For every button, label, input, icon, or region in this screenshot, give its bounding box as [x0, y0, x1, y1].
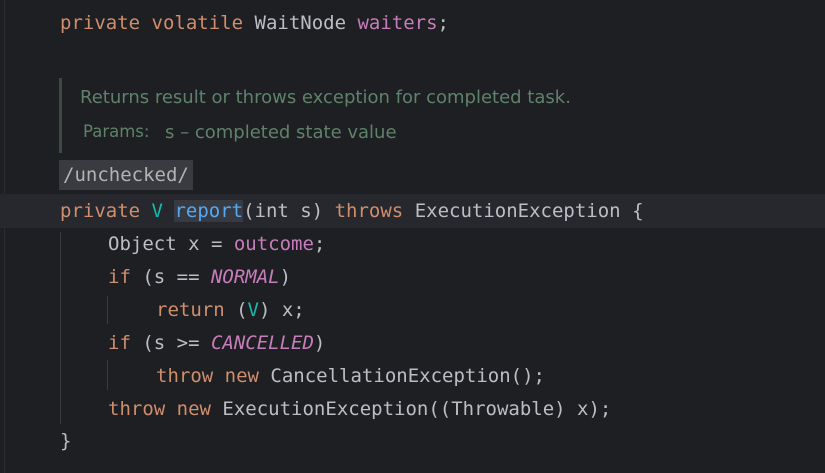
keyword: new [224, 365, 259, 387]
doc-params-value: s – completed state value [165, 122, 397, 143]
code-editor[interactable]: private volatile WaitNode waiters; Retur… [0, 0, 825, 473]
method-params: (int s) [243, 200, 324, 222]
annotation-unchecked[interactable]: /unchecked/ [59, 160, 193, 190]
code-line-return[interactable]: return (V) x; [156, 299, 305, 321]
indent-guide [60, 232, 61, 424]
punctuation: ) [279, 266, 292, 288]
code-line-method-signature[interactable]: private V report(int s) throws Execution… [60, 200, 644, 222]
keyword: private [60, 12, 141, 34]
punctuation: { [632, 200, 644, 222]
type-parameter: V [151, 200, 163, 222]
exception-type: ExecutionException [414, 200, 621, 222]
field-name: waiters [357, 12, 438, 34]
code-text: (s >= [130, 332, 211, 354]
doc-params-label: Params: [83, 122, 150, 141]
indent-guide [107, 296, 108, 324]
keyword: if [108, 332, 131, 354]
code-text: Object x = [108, 233, 234, 255]
code-text: (s == [130, 266, 211, 288]
punctuation: } [60, 430, 72, 452]
code-text: ) x; [258, 299, 305, 321]
type-name: WaitNode [254, 12, 347, 34]
code-text: ( [224, 299, 248, 321]
constant-name: NORMAL [210, 266, 280, 288]
code-line-if-normal[interactable]: if (s == NORMAL) [108, 266, 291, 288]
punctuation: ) [313, 332, 326, 354]
keyword: new [176, 398, 211, 420]
punctuation: ; [437, 12, 449, 34]
code-line-field-declaration[interactable]: private volatile WaitNode waiters; [60, 12, 449, 34]
keyword: if [108, 266, 131, 288]
code-text: ExecutionException((Throwable) x); [210, 398, 612, 420]
constant-name: CANCELLED [210, 332, 314, 354]
keyword: private [60, 200, 141, 222]
method-name[interactable]: report [174, 200, 244, 222]
rendered-doc-comment[interactable]: Returns result or throws exception for c… [59, 78, 802, 153]
code-line-throw-execution[interactable]: throw new ExecutionException((Throwable)… [108, 398, 611, 420]
code-line-throw-cancellation[interactable]: throw new CancellationException(); [156, 365, 545, 387]
punctuation: ; [313, 233, 326, 255]
code-line-if-cancelled[interactable]: if (s >= CANCELLED) [108, 332, 325, 354]
keyword: throw [108, 398, 166, 420]
type-parameter: V [247, 299, 259, 321]
keyword: return [156, 299, 225, 321]
code-line-outcome[interactable]: Object x = outcome; [108, 233, 325, 255]
keyword: throws [334, 200, 404, 222]
field-name: outcome [233, 233, 314, 255]
gutter-divider [4, 0, 5, 473]
keyword: volatile [151, 12, 244, 34]
code-text: CancellationException(); [258, 365, 545, 387]
indent-guide [107, 360, 108, 390]
code-line-closing-brace[interactable]: } [60, 430, 71, 452]
keyword: throw [156, 365, 214, 387]
doc-summary: Returns result or throws exception for c… [80, 87, 571, 108]
